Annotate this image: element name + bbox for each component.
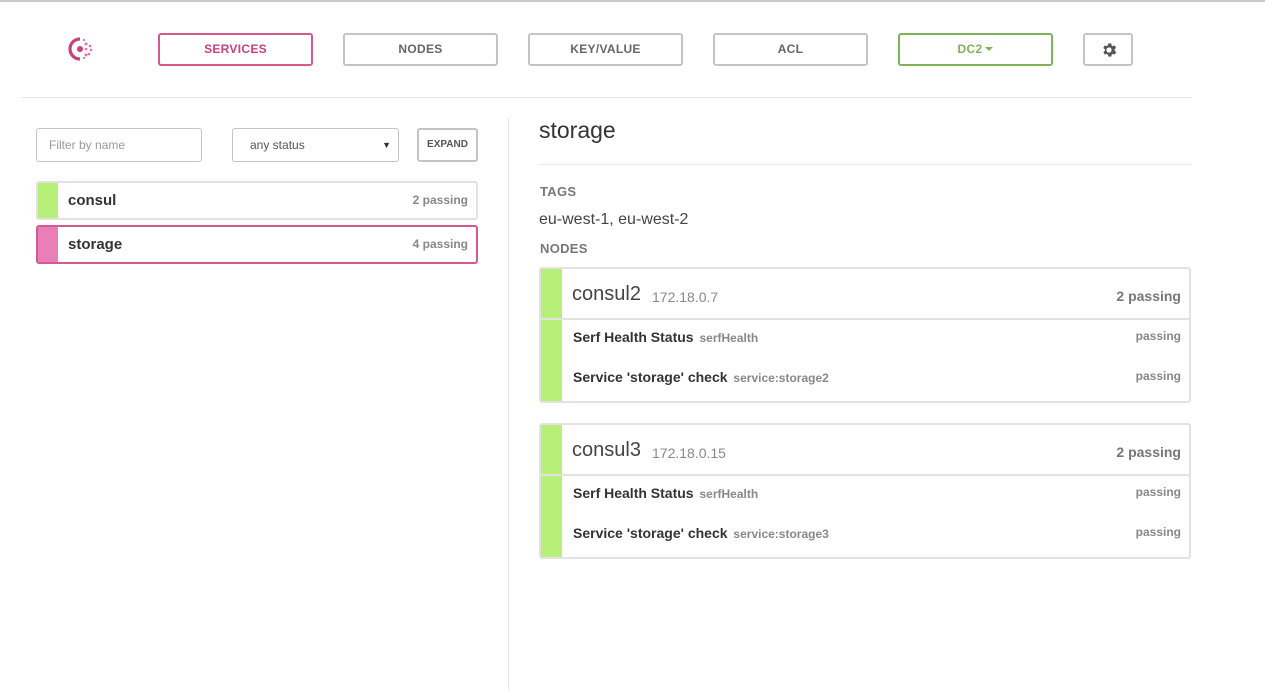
- nav-services-button[interactable]: SERVICES: [158, 33, 313, 66]
- nodes-label: NODES: [540, 241, 588, 256]
- detail-divider: [539, 164, 1191, 165]
- nav-key-value-button[interactable]: KEY/VALUE: [528, 33, 683, 66]
- check-name: Service 'storage' check: [573, 525, 728, 541]
- datacenter-label: DC2: [957, 42, 983, 56]
- check-name: Serf Health Status: [573, 485, 694, 501]
- check-row: Serf Health Status serfHealth passing: [541, 476, 1189, 516]
- service-name: storage: [68, 236, 123, 253]
- settings-button[interactable]: [1083, 33, 1133, 66]
- service-name: consul: [68, 192, 117, 209]
- node-card-consul2[interactable]: consul2 172.18.0.7 2 passing Serf Health…: [539, 267, 1191, 403]
- nav-acl-button[interactable]: ACL: [713, 33, 868, 66]
- status-filter-value: any status: [250, 138, 305, 152]
- node-card-consul3[interactable]: consul3 172.18.0.15 2 passing Serf Healt…: [539, 423, 1191, 559]
- node-address: 172.18.0.15: [652, 445, 726, 461]
- node-status-count: 2 passing: [1116, 288, 1181, 304]
- expand-button[interactable]: EXPAND: [417, 128, 478, 162]
- check-id: serfHealth: [699, 331, 759, 345]
- service-status-bar: [38, 227, 58, 262]
- check-id: serfHealth: [699, 487, 759, 501]
- caret-down-icon: [985, 46, 994, 51]
- node-name: consul2: [572, 283, 641, 305]
- consul-logo-icon[interactable]: [66, 35, 96, 63]
- select-arrow-icon: ▼: [382, 140, 391, 150]
- window-top-border: [0, 0, 1265, 3]
- check-row: Service 'storage' check service:storage2…: [541, 360, 1189, 400]
- check-id: service:storage3: [733, 527, 829, 541]
- check-status: passing: [1135, 525, 1181, 539]
- tags-value: eu-west-1, eu-west-2: [539, 211, 689, 228]
- service-status-count: 4 passing: [412, 237, 468, 251]
- nav-nodes-button[interactable]: NODES: [343, 33, 498, 66]
- service-status-bar: [38, 183, 58, 218]
- service-item-storage[interactable]: storage 4 passing: [36, 225, 478, 264]
- check-status: passing: [1135, 485, 1181, 499]
- tags-label: TAGS: [540, 184, 577, 199]
- node-address: 172.18.0.7: [652, 289, 719, 305]
- node-status-count: 2 passing: [1116, 444, 1181, 460]
- check-row: Serf Health Status serfHealth passing: [541, 320, 1189, 360]
- check-status: passing: [1135, 329, 1181, 343]
- header-divider: [21, 97, 1192, 98]
- check-row: Service 'storage' check service:storage3…: [541, 516, 1189, 556]
- service-detail-title: storage: [539, 117, 616, 143]
- status-filter-select[interactable]: any status ▼: [232, 128, 399, 162]
- check-status: passing: [1135, 369, 1181, 383]
- gear-icon: [1103, 43, 1117, 57]
- check-name: Serf Health Status: [573, 329, 694, 345]
- filter-by-name-input[interactable]: [36, 128, 202, 162]
- node-header: consul3 172.18.0.15 2 passing: [541, 425, 1189, 476]
- column-divider: [508, 118, 509, 691]
- node-header: consul2 172.18.0.7 2 passing: [541, 269, 1189, 320]
- check-id: service:storage2: [733, 371, 829, 385]
- service-item-consul[interactable]: consul 2 passing: [36, 181, 478, 220]
- node-name: consul3: [572, 439, 641, 461]
- datacenter-dropdown[interactable]: DC2: [898, 33, 1053, 66]
- check-name: Service 'storage' check: [573, 369, 728, 385]
- service-status-count: 2 passing: [412, 193, 468, 207]
